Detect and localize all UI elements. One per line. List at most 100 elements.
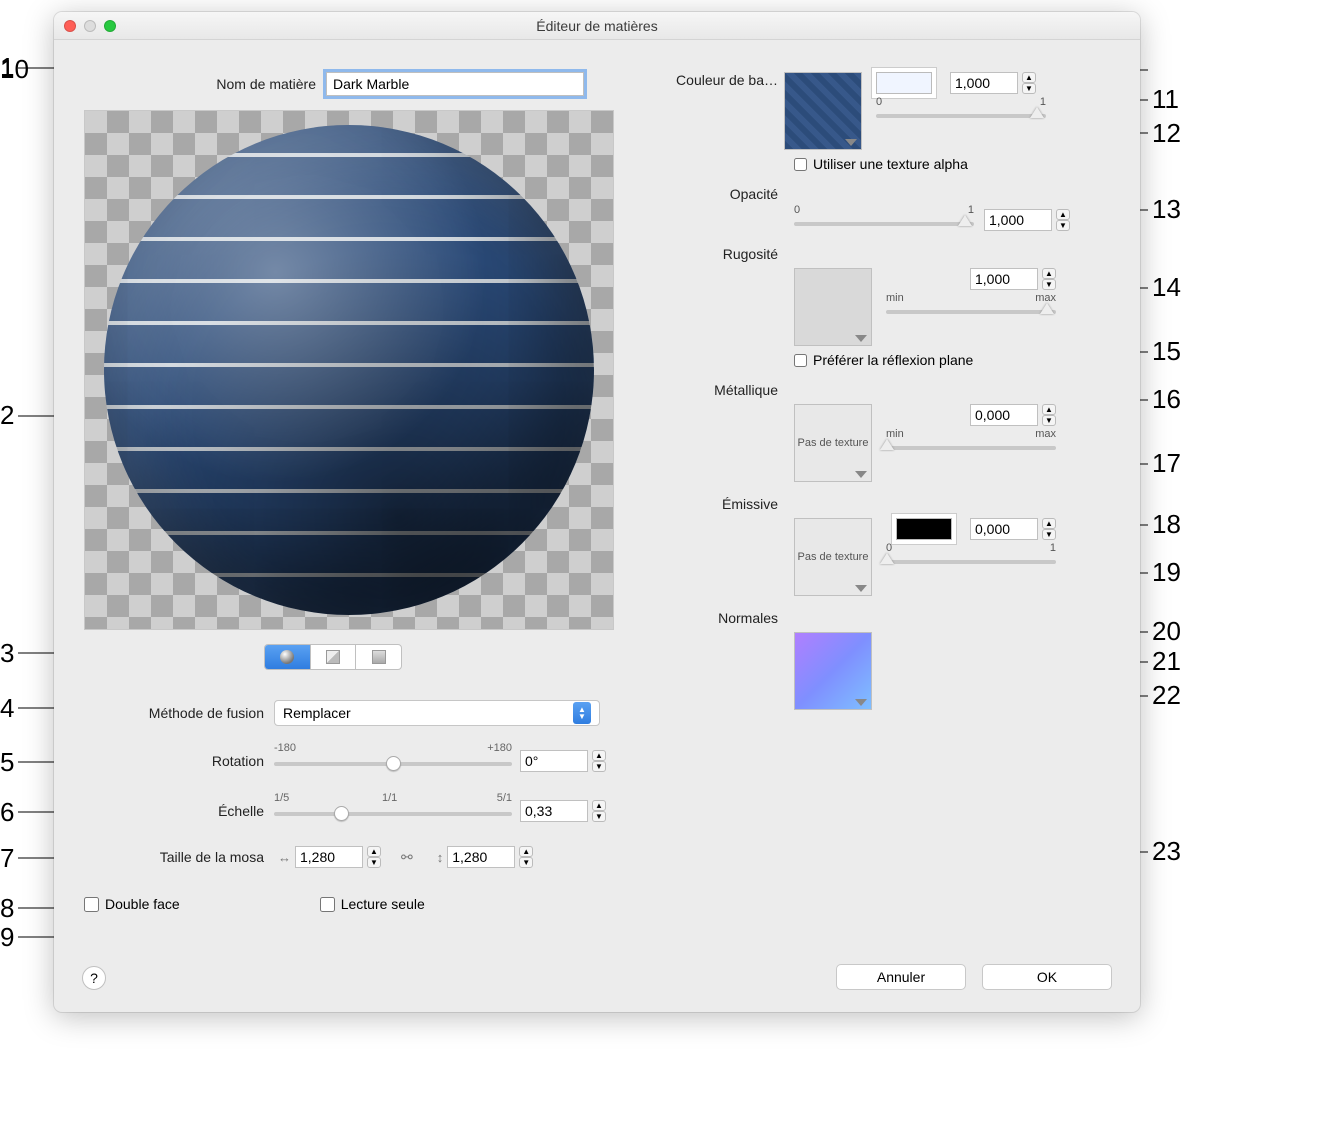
shape-cube-button[interactable] — [311, 645, 357, 669]
scale-t3: 5/1 — [497, 792, 512, 804]
em-down[interactable]: ▼ — [1042, 529, 1056, 540]
mt-up[interactable]: ▲ — [1042, 404, 1056, 415]
read-only-input[interactable] — [320, 897, 335, 912]
dropdown-icon — [855, 335, 867, 342]
callout-4: 4 — [0, 693, 14, 724]
window-title: Éditeur de matières — [54, 18, 1140, 34]
read-only-checkbox[interactable]: Lecture seule — [320, 896, 425, 912]
scale-thumb[interactable] — [334, 806, 349, 821]
roughness-texture[interactable] — [794, 268, 872, 346]
alpha-texture-label: Utiliser une texture alpha — [813, 156, 968, 172]
rg-up[interactable]: ▲ — [1042, 268, 1056, 279]
tile-h-up[interactable]: ▲ — [519, 846, 533, 857]
shape-sphere-button[interactable] — [265, 645, 311, 669]
callout-10: 10 — [0, 54, 29, 85]
base-color-well[interactable] — [876, 72, 932, 94]
rotation-down[interactable]: ▼ — [592, 761, 606, 772]
emissive-slider[interactable]: 0 1 — [886, 546, 1056, 570]
scale-t1: 1/5 — [274, 792, 289, 804]
dropdown-icon — [855, 471, 867, 478]
roughness-input[interactable] — [970, 268, 1038, 290]
base-color-label: Couleur de ba… — [654, 72, 784, 88]
callout-16: 16 — [1152, 384, 1181, 415]
ok-button[interactable]: OK — [982, 964, 1112, 990]
cube-icon — [326, 650, 340, 664]
opacity-input[interactable] — [984, 209, 1052, 231]
bc-min: 0 — [876, 96, 882, 108]
dropdown-icon — [855, 585, 867, 592]
callout-8: 8 — [0, 893, 14, 924]
emissive-texture[interactable]: Pas de texture — [794, 518, 872, 596]
tile-w-up[interactable]: ▲ — [367, 846, 381, 857]
right-column: Couleur de ba… ▲▼ — [654, 72, 1114, 718]
callout-17: 17 — [1152, 448, 1181, 479]
callout-21: 21 — [1152, 646, 1181, 677]
fusion-row: Méthode de fusion Remplacer ▲▼ — [54, 700, 614, 726]
base-color-texture[interactable] — [784, 72, 862, 150]
help-button[interactable]: ? — [82, 966, 106, 990]
callout-3: 3 — [0, 638, 14, 669]
metallic-stepper: ▲▼ — [970, 404, 1056, 426]
tile-h-down[interactable]: ▼ — [519, 857, 533, 868]
metallic-slider[interactable]: min max — [886, 432, 1056, 456]
tile-w-input[interactable] — [295, 846, 363, 868]
normals-texture[interactable] — [794, 632, 872, 710]
roughness-stepper: ▲▼ — [970, 268, 1056, 290]
base-color-input[interactable] — [950, 72, 1018, 94]
material-name-label: Nom de matière — [54, 76, 326, 92]
rotation-thumb[interactable] — [386, 756, 401, 771]
op-down[interactable]: ▼ — [1056, 220, 1070, 231]
rotation-input[interactable] — [520, 750, 588, 772]
rotation-up[interactable]: ▲ — [592, 750, 606, 761]
material-preview — [84, 110, 614, 630]
op-up[interactable]: ▲ — [1056, 209, 1070, 220]
fusion-value: Remplacer — [283, 705, 351, 721]
height-icon: ↕ — [437, 850, 444, 865]
rotation-label: Rotation — [54, 753, 274, 769]
no-texture-label: Pas de texture — [798, 551, 869, 563]
shape-plane-button[interactable] — [356, 645, 401, 669]
dialog-buttons: Annuler OK — [836, 964, 1112, 990]
material-name-input[interactable] — [326, 72, 584, 96]
rg-down[interactable]: ▼ — [1042, 279, 1056, 290]
bc-up[interactable]: ▲ — [1022, 72, 1036, 83]
scale-input[interactable] — [520, 800, 588, 822]
opacity-slider[interactable]: 0 1 — [794, 208, 974, 232]
roughness-label: Rugosité — [654, 246, 784, 262]
double-face-input[interactable] — [84, 897, 99, 912]
metallic-section: Métallique Pas de texture ▲▼ — [654, 382, 1114, 482]
fusion-select[interactable]: Remplacer ▲▼ — [274, 700, 600, 726]
rotation-slider[interactable]: -180 +180 — [274, 746, 512, 776]
scale-stepper: ▲▼ — [520, 800, 606, 822]
callout-12: 12 — [1152, 118, 1181, 149]
roughness-slider[interactable]: min max — [886, 296, 1056, 320]
emissive-input[interactable] — [970, 518, 1038, 540]
metallic-input[interactable] — [970, 404, 1038, 426]
emissive-color-well[interactable] — [896, 518, 952, 540]
mt-down[interactable]: ▼ — [1042, 415, 1056, 426]
scale-t2: 1/1 — [382, 792, 397, 804]
tile-h-input[interactable] — [447, 846, 515, 868]
scale-up[interactable]: ▲ — [592, 800, 606, 811]
base-color-stepper: ▲▼ — [950, 72, 1036, 94]
planar-reflection-input[interactable] — [794, 354, 807, 367]
cancel-button[interactable]: Annuler — [836, 964, 966, 990]
alpha-texture-input[interactable] — [794, 158, 807, 171]
base-color-slider[interactable]: 0 1 — [876, 100, 1046, 124]
titlebar: Éditeur de matières — [54, 12, 1140, 40]
double-face-checkbox[interactable]: Double face — [84, 896, 180, 912]
planar-reflection-checkbox[interactable]: Préférer la réflexion plane — [794, 352, 1114, 368]
preview-shape-toggle — [264, 644, 402, 670]
alpha-texture-checkbox[interactable]: Utiliser une texture alpha — [794, 156, 1114, 172]
bc-down[interactable]: ▼ — [1022, 83, 1036, 94]
em-up[interactable]: ▲ — [1042, 518, 1056, 529]
link-icon[interactable]: ⚯ — [401, 849, 413, 866]
tile-w-down[interactable]: ▼ — [367, 857, 381, 868]
callout-6: 6 — [0, 797, 14, 828]
metallic-texture[interactable]: Pas de texture — [794, 404, 872, 482]
callout-2: 2 — [0, 400, 14, 431]
scale-slider[interactable]: 1/5 1/1 5/1 — [274, 796, 512, 826]
callout-15: 15 — [1152, 336, 1181, 367]
callout-13: 13 — [1152, 194, 1181, 225]
scale-down[interactable]: ▼ — [592, 811, 606, 822]
